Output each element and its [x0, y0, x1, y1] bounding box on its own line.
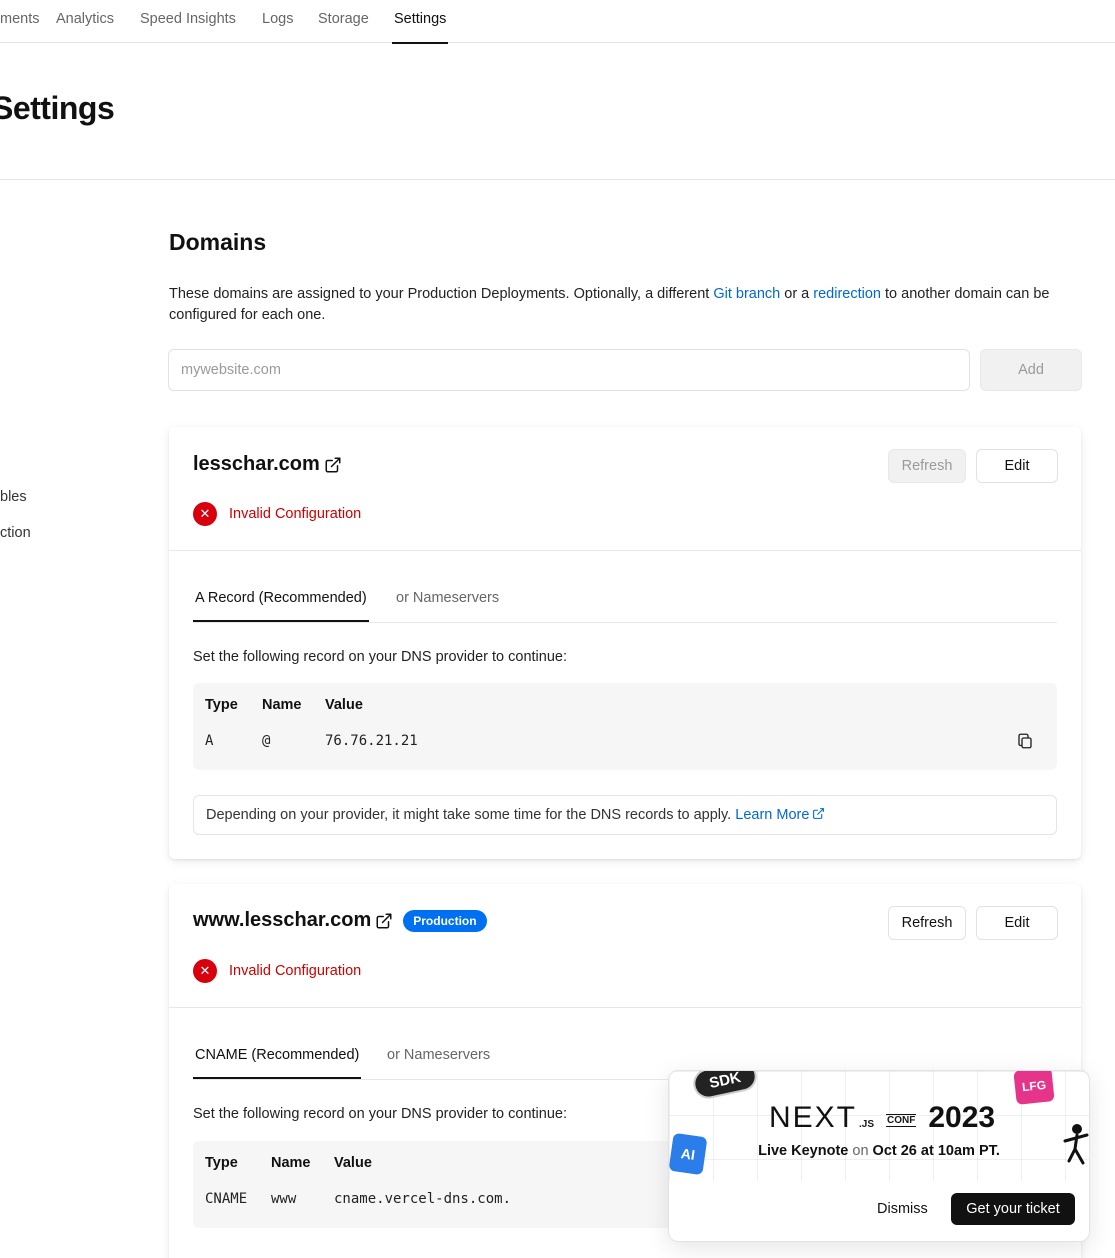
learn-more-label: Learn More — [735, 807, 810, 823]
refresh-button[interactable]: Refresh — [888, 449, 966, 483]
record-name: www — [271, 1191, 297, 1207]
sdk-sticker-label: SDK — [707, 1070, 743, 1092]
tagline-text: on — [852, 1143, 869, 1159]
tab-a-record[interactable]: A Record (Recommended) — [193, 574, 369, 622]
description-text: These domains are assigned to your Produ… — [169, 286, 714, 302]
tab-cname-record[interactable]: CNAME (Recommended) — [193, 1031, 362, 1079]
title-divider — [0, 179, 1115, 180]
col-type-header: Type — [205, 1155, 238, 1171]
add-domain-button[interactable]: Add — [980, 349, 1082, 391]
dns-instruction: Set the following record on your DNS pro… — [193, 649, 567, 665]
sidebar-item-label: ction — [0, 525, 31, 541]
status-text: Invalid Configuration — [229, 963, 362, 979]
description-text: or a — [780, 286, 814, 302]
domain-card: lesschar.com Refresh Edit ✕ Invalid Conf… — [169, 427, 1081, 859]
dns-instruction: Set the following record on your DNS pro… — [193, 1106, 567, 1122]
domain-name-link[interactable]: www.lesschar.com — [193, 909, 371, 932]
copy-icon[interactable] — [1016, 732, 1034, 750]
col-name-header: Name — [271, 1155, 311, 1171]
redirection-link[interactable]: redirection — [813, 286, 881, 302]
domain-title: www.lesschar.com Production — [193, 909, 487, 932]
error-icon: ✕ — [193, 959, 217, 983]
production-badge: Production — [403, 909, 487, 932]
lfg-sticker: LFG — [1013, 1071, 1055, 1105]
status-row: ✕ Invalid Configuration — [193, 959, 361, 983]
external-link-icon — [813, 808, 825, 819]
record-type: A — [205, 733, 214, 749]
dns-propagation-note: Depending on your provider, it might tak… — [193, 795, 1057, 835]
external-link-icon[interactable] — [375, 912, 393, 930]
col-value-header: Value — [325, 697, 363, 713]
promo-tagline: Live Keynote on Oct 26 at 10am PT. — [669, 1143, 1089, 1159]
page-title: Settings — [0, 90, 115, 126]
dismiss-button[interactable]: Dismiss — [865, 1193, 940, 1225]
tab-nameservers[interactable]: or Nameservers — [396, 574, 499, 622]
domain-title: lesschar.com — [193, 453, 342, 476]
record-type: CNAME — [205, 1191, 248, 1207]
domain-input[interactable] — [168, 349, 970, 391]
record-name: @ — [262, 733, 271, 749]
project-tabs: ments Analytics Speed Insights Logs Stor… — [0, 0, 1115, 44]
domain-name-link[interactable]: lesschar.com — [193, 453, 320, 476]
card-divider — [169, 550, 1081, 551]
tagline-text: Oct 26 at 10am PT. — [872, 1143, 1000, 1159]
external-link-icon[interactable] — [324, 456, 342, 474]
tab-speed-insights[interactable]: Speed Insights — [140, 0, 236, 43]
refresh-button[interactable]: Refresh — [888, 906, 966, 940]
tabs-divider — [193, 622, 1057, 623]
status-text: Invalid Configuration — [229, 506, 362, 522]
tagline-text: Live Keynote — [758, 1143, 849, 1159]
logo-next: NEXT — [769, 1101, 858, 1134]
note-text: Depending on your provider, it might tak… — [206, 807, 732, 823]
section-title: Domains — [169, 229, 267, 255]
tab-deployments[interactable]: ments — [0, 0, 40, 43]
learn-more-link[interactable]: Learn More — [735, 807, 825, 823]
tab-settings[interactable]: Settings — [392, 0, 449, 44]
nextjs-conf-logo: NEXT .JS CONF 2023 — [769, 1101, 995, 1135]
tab-analytics[interactable]: Analytics — [56, 0, 114, 43]
edit-button[interactable]: Edit — [976, 906, 1058, 940]
col-value-header: Value — [334, 1155, 372, 1171]
tab-nameservers[interactable]: or Nameservers — [387, 1031, 490, 1079]
record-value: cname.vercel-dns.com. — [334, 1191, 512, 1207]
lfg-sticker-label: LFG — [1021, 1077, 1047, 1095]
logo-year: 2023 — [928, 1101, 996, 1134]
git-branch-link[interactable]: Git branch — [713, 286, 780, 302]
sidebar-item-label: bles — [0, 489, 27, 505]
status-row: ✕ Invalid Configuration — [193, 502, 361, 526]
sidebar-item-environment-variables[interactable]: bles — [0, 489, 27, 505]
card-divider — [169, 1007, 1081, 1008]
logo-js: .JS — [859, 1119, 875, 1130]
col-type-header: Type — [205, 697, 238, 713]
section-description: These domains are assigned to your Produ… — [169, 284, 1089, 326]
nextjs-conf-promo: SDK AI LFG NEXT .JS CONF 2023 Live Keyno… — [668, 1070, 1090, 1242]
edit-button[interactable]: Edit — [976, 449, 1058, 483]
tab-storage[interactable]: Storage — [318, 0, 369, 43]
col-name-header: Name — [262, 697, 302, 713]
logo-conf: CONF — [886, 1114, 917, 1127]
error-icon: ✕ — [193, 502, 217, 526]
get-ticket-button[interactable]: Get your ticket — [951, 1193, 1075, 1225]
sidebar-item-deployment-protection[interactable]: ction — [0, 525, 31, 541]
dns-record-table: Type Name Value A @ 76.76.21.21 — [193, 683, 1057, 770]
tab-logs[interactable]: Logs — [262, 0, 293, 43]
record-value: 76.76.21.21 — [325, 733, 418, 749]
